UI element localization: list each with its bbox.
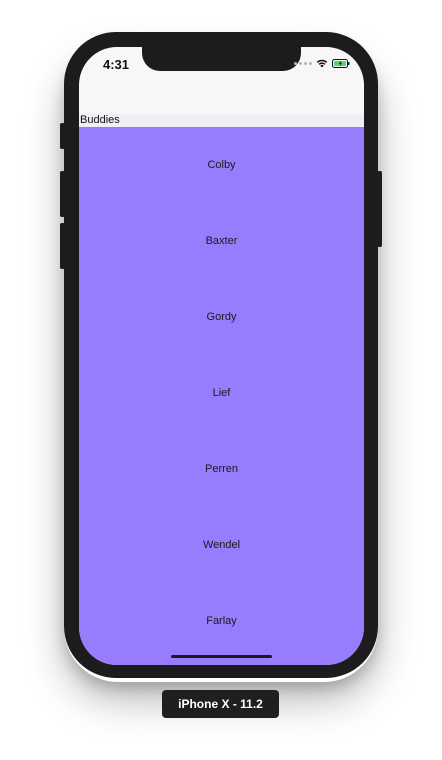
list-item[interactable]: Wendel — [79, 507, 364, 583]
status-icons — [294, 58, 350, 68]
device-screen: 4:31 Buddies Colby Baxter Gordy Lief Per… — [79, 47, 364, 665]
list-item-label: Perren — [204, 463, 239, 475]
list-header — [79, 114, 364, 127]
list-item[interactable]: Farlay — [79, 583, 364, 659]
list-item-label: Lief — [212, 387, 231, 399]
list-item[interactable]: Colby — [79, 127, 364, 203]
list-item[interactable]: Baxter — [79, 203, 364, 279]
battery-charging-icon — [332, 58, 350, 68]
list-title: Buddies — [80, 114, 120, 126]
list-item[interactable]: Lief — [79, 355, 364, 431]
status-time: 4:31 — [103, 57, 130, 72]
signal-dots-icon — [294, 61, 312, 65]
simulator-stage: 4:31 Buddies Colby Baxter Gordy Lief Per… — [0, 0, 442, 760]
list-item[interactable]: Gordy — [79, 279, 364, 355]
notch — [142, 47, 301, 71]
list-item-label: Colby — [207, 159, 236, 171]
buddies-list[interactable]: Colby Baxter Gordy Lief Perren Wendel Fa… — [79, 127, 364, 665]
wifi-icon — [316, 59, 328, 68]
list-item-label: Farlay — [206, 615, 237, 627]
home-indicator[interactable] — [171, 655, 272, 658]
list-item-label: Gordy — [206, 311, 237, 323]
list-item[interactable]: Perren — [79, 431, 364, 507]
device-label: iPhone X - 11.2 — [162, 690, 279, 718]
list-item-label: Wendel — [202, 539, 241, 551]
list-item-label: Baxter — [205, 235, 238, 247]
